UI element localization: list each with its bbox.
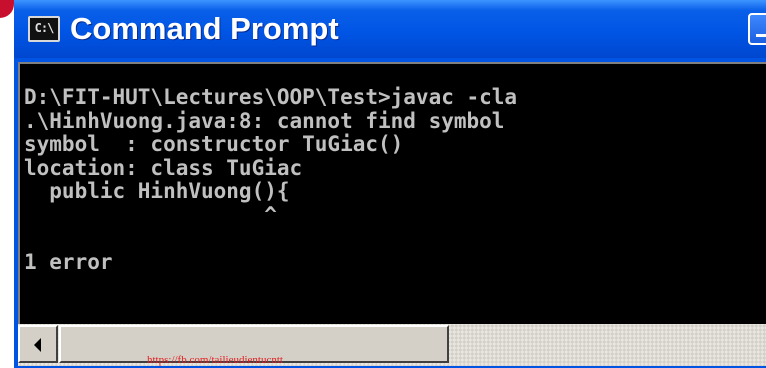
title-bar[interactable]: C:\ Command Prompt bbox=[14, 0, 766, 58]
command-prompt-window: C:\ Command Prompt D:\FIT-HUT\Lectures\O… bbox=[14, 0, 766, 368]
console-lines: D:\FIT-HUT\Lectures\OOP\Test>javac -cla … bbox=[24, 85, 518, 274]
red-corner-decoration bbox=[0, 0, 14, 18]
console-line: ^ bbox=[24, 202, 277, 227]
console-icon[interactable]: C:\ bbox=[28, 16, 60, 42]
console-line: 1 error bbox=[24, 249, 113, 274]
console-line: .\HinhVuong.java:8: cannot find symbol bbox=[24, 108, 505, 133]
console-line: symbol : constructor TuGiac() bbox=[24, 132, 404, 156]
console-line: public HinhVuong(){ bbox=[24, 179, 290, 203]
source-link[interactable]: https://fb.com/tailieudientucntt bbox=[147, 354, 283, 366]
scroll-left-button[interactable] bbox=[18, 325, 58, 363]
horizontal-scrollbar[interactable] bbox=[18, 324, 766, 366]
console-line: D:\FIT-HUT\Lectures\OOP\Test>javac -cla bbox=[24, 85, 518, 109]
arrow-left-icon bbox=[34, 338, 41, 352]
minimize-button[interactable] bbox=[748, 13, 766, 45]
console-output[interactable]: D:\FIT-HUT\Lectures\OOP\Test>javac -cla … bbox=[18, 62, 766, 326]
window-title: Command Prompt bbox=[70, 11, 339, 46]
console-line: location: class TuGiac bbox=[24, 155, 303, 180]
